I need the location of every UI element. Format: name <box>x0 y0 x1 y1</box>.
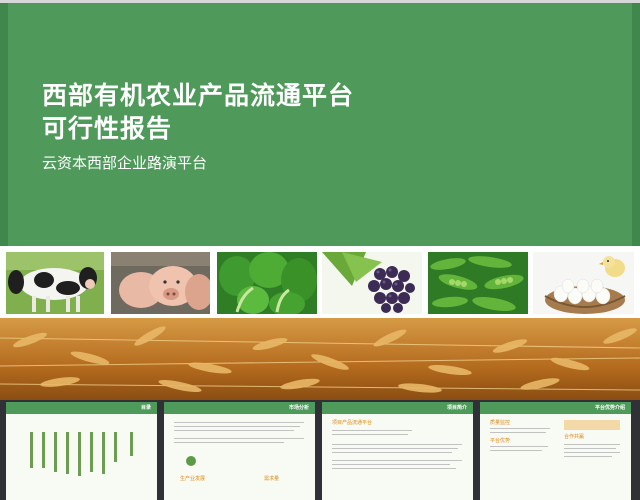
thumbnail-body: 项目产品流通平台 <box>322 414 473 500</box>
thumbnail-label: 需求量 <box>264 476 280 482</box>
grape-photo <box>322 252 422 314</box>
thumbnail-header-title: 目录 <box>140 405 151 411</box>
thumbnail-label: 质量监控 <box>490 420 511 426</box>
thumbnail-header: 平台优势介绍 <box>480 402 631 414</box>
wheat-banner <box>0 318 640 400</box>
thumbnail-label: 合作共赢 <box>564 434 585 440</box>
thumbnail-label: 生产业发展 <box>180 476 206 482</box>
thumbnail-project-intro[interactable]: 项目简介 项目产品流通平台 <box>322 402 473 500</box>
thumbnail-body: 生产业发展 需求量 <box>164 414 315 500</box>
eggs-photo <box>533 252 634 314</box>
peas-photo <box>428 252 528 314</box>
thumbnail-platform-advantages[interactable]: 平台优势介绍 质量监控 平台优势 合作共赢 <box>480 402 631 500</box>
bokchoy-photo <box>217 252 317 314</box>
thumbnail-market-analysis[interactable]: 市场分析 生产业发展 需求量 <box>164 402 315 500</box>
hero-frame-right <box>632 3 640 246</box>
slide-thumbnails: 目录 市场分析 生产业发展 需求量 项目简介 项目产品流通平台 平台优势介绍 质… <box>0 400 640 500</box>
slide-hero: 西部有机农业产品流通平台 可行性报告 云资本西部企业路演平台 <box>0 3 640 246</box>
thumbnail-toc[interactable]: 目录 <box>6 402 157 500</box>
thumbnail-header-title: 市场分析 <box>288 405 309 411</box>
pig-photo <box>111 252 210 314</box>
thumbnail-body: 质量监控 平台优势 合作共赢 <box>480 414 631 500</box>
hero-frame-left <box>0 3 8 246</box>
photo-row <box>0 246 640 318</box>
slide-title-line1: 西部有机农业产品流通平台 <box>42 81 355 110</box>
slide-title: 西部有机农业产品流通平台 可行性报告 <box>42 79 354 145</box>
thumbnail-body <box>6 414 157 500</box>
thumbnail-header-title: 项目简介 <box>446 405 467 411</box>
thumbnail-header: 市场分析 <box>164 402 315 414</box>
thumbnail-label: 项目产品流通平台 <box>332 420 373 426</box>
thumbnail-label: 平台优势 <box>490 438 511 444</box>
thumbnail-header-title: 平台优势介绍 <box>594 405 625 411</box>
thumbnail-header: 项目简介 <box>322 402 473 414</box>
cow-photo <box>6 252 104 314</box>
thumbnail-header: 目录 <box>6 402 157 414</box>
slide-title-line2: 可行性报告 <box>42 114 173 143</box>
slide-subtitle: 云资本西部企业路演平台 <box>42 154 208 172</box>
